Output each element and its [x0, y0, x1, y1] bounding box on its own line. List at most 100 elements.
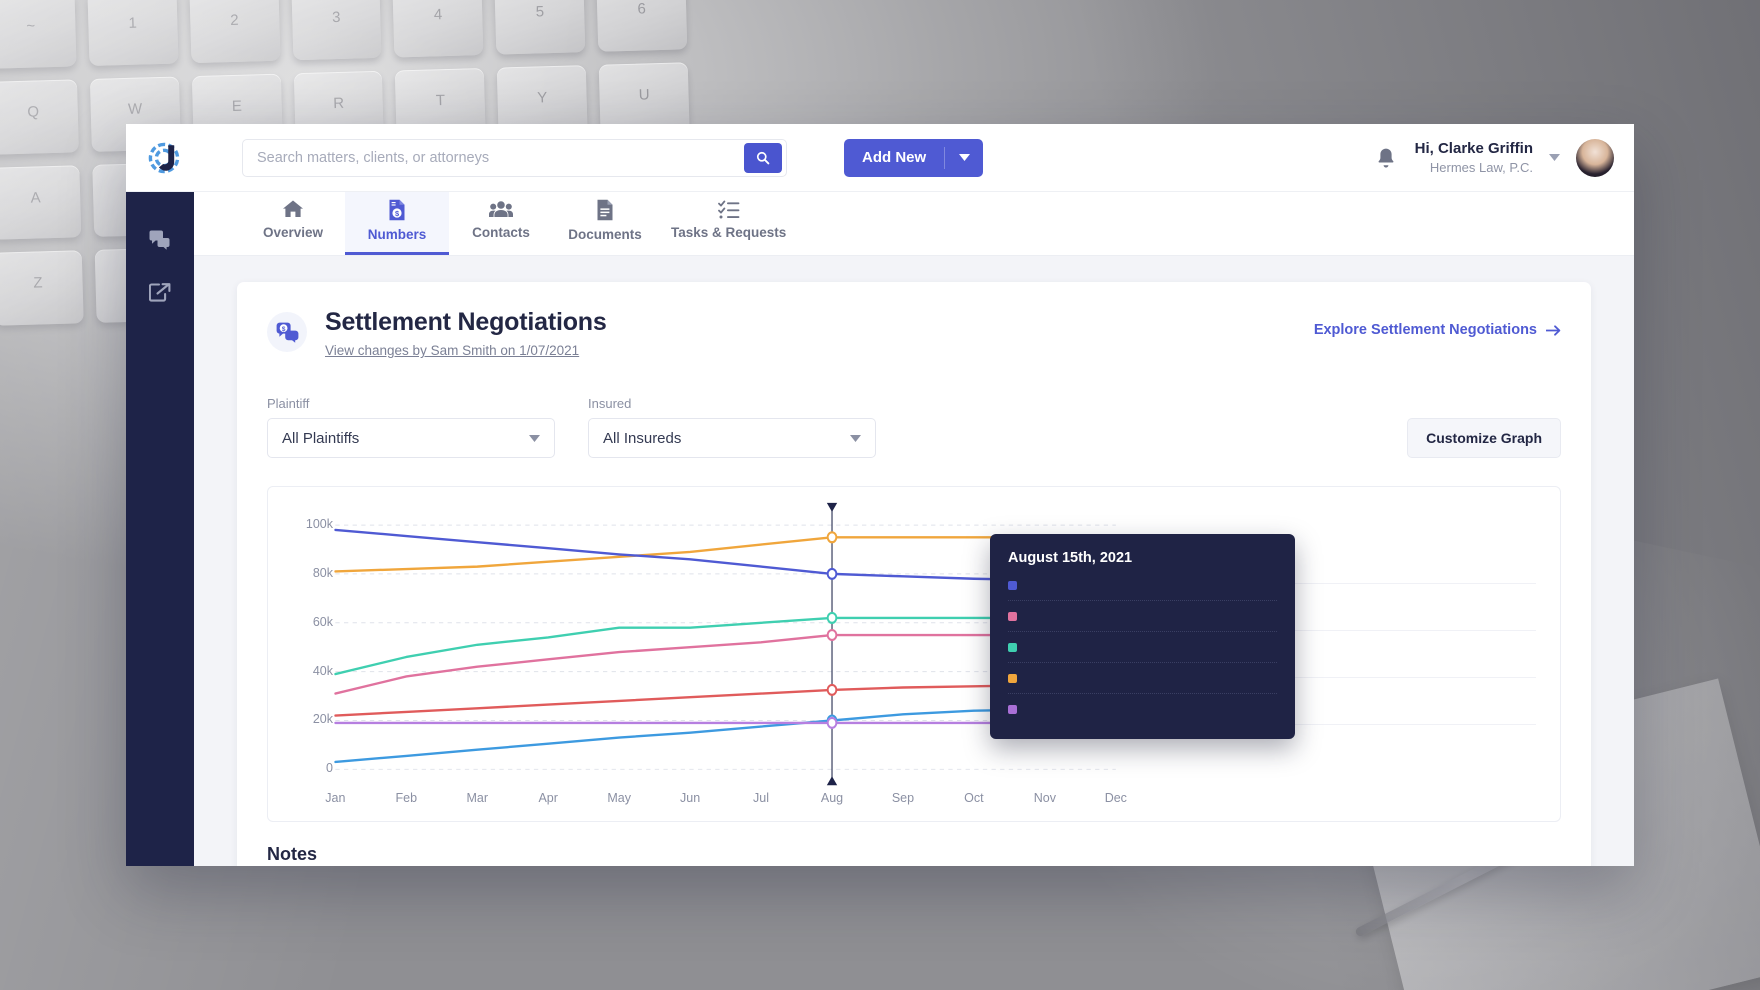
x-axis-tick-label: Nov: [1033, 791, 1056, 806]
chart-tooltip: August 15th, 2021: [990, 534, 1295, 739]
people-icon: [489, 201, 513, 217]
share-export-icon: [149, 283, 171, 302]
tab-contacts[interactable]: Contacts: [449, 192, 553, 255]
plaintiff-filter: Plaintiff All Plaintiffs: [267, 396, 555, 458]
y-axis-tick-label: 20k: [312, 712, 333, 727]
chevron-down-icon: [529, 429, 540, 447]
customize-graph-button[interactable]: Customize Graph: [1407, 418, 1561, 458]
series-color-swatch: [1008, 580, 1017, 590]
lexion-logo-icon: [148, 142, 180, 173]
tab-overview[interactable]: Overview: [241, 192, 345, 255]
search-input[interactable]: [243, 139, 744, 176]
card-icon-wrap: $: [267, 312, 307, 352]
insured-filter: Insured All Insureds: [588, 396, 876, 458]
plaintiff-select-value: All Plaintiffs: [282, 429, 360, 447]
tab-navigation: Overview $ Numbers Contacts Documents Ta…: [194, 192, 1634, 256]
series-color-swatch: [1008, 705, 1017, 714]
y-axis-tick-label: 0: [326, 761, 333, 776]
insured-select-value: All Insureds: [603, 429, 682, 447]
insured-select[interactable]: All Insureds: [588, 418, 876, 458]
page-canvas: $ Settlement Negotiations View changes b…: [194, 256, 1634, 866]
search-bar[interactable]: [242, 138, 787, 177]
x-axis-tick-label: Dec: [1104, 791, 1127, 806]
tooltip-row: [1008, 663, 1277, 694]
chevron-down-icon: [850, 429, 861, 447]
arrow-right-icon: [1546, 324, 1561, 336]
tab-numbers[interactable]: $ Numbers: [345, 192, 449, 255]
left-rail: [126, 192, 194, 866]
x-axis-tick-label: Oct: [964, 791, 984, 806]
tab-tasks-and-requests[interactable]: Tasks & Requests: [657, 192, 800, 255]
rail-item-messages[interactable]: [126, 214, 194, 266]
top-header-bar: Add New Hi, Clarke Griffin Hermes Law, P…: [126, 124, 1634, 192]
series-color-swatch: [1008, 673, 1017, 683]
x-axis-tick-label: Jun: [680, 791, 701, 806]
tab-label: Numbers: [367, 227, 427, 242]
chevron-down-icon: [958, 154, 970, 161]
home-icon: [283, 200, 303, 217]
y-axis-tick-label: 100k: [305, 517, 333, 532]
document-icon: [597, 199, 613, 221]
settlement-negotiations-card: $ Settlement Negotiations View changes b…: [237, 282, 1591, 866]
crosshair-cap-top: [826, 502, 838, 512]
notification-bell-icon: [1378, 148, 1394, 167]
tab-label: Overview: [262, 225, 324, 240]
x-axis-tick-label: Jul: [753, 791, 770, 806]
graph-and-summary-block: 0 20k 40k 60k 80k 100k Jan Feb Mar Apr May Jun Jul A…: [267, 486, 1561, 822]
x-axis-tick-label: Sep: [891, 791, 915, 806]
filter-row: Plaintiff All Plaintiffs Insured All Ins…: [267, 396, 1561, 458]
user-organization: Hermes Law, P.C.: [1429, 159, 1533, 175]
tab-label: Tasks & Requests: [671, 225, 787, 240]
tooltip-row: [1008, 570, 1277, 601]
application-window: Add New Hi, Clarke Griffin Hermes Law, P…: [126, 124, 1634, 866]
series-point-marker: [826, 611, 838, 624]
plaintiff-filter-label: Plaintiff: [267, 396, 310, 411]
tooltip-row: [1008, 694, 1277, 725]
explore-label: Explore Settlement Negotiations: [1313, 322, 1537, 338]
card-titles: Settlement Negotiations View changes by …: [325, 308, 607, 360]
series-point-marker: [826, 683, 838, 696]
x-axis-tick-label: Apr: [538, 791, 558, 806]
series-point-marker: [826, 567, 838, 580]
add-new-button[interactable]: Add New: [844, 138, 984, 177]
svg-text:$: $: [395, 209, 399, 218]
customize-graph-label: Customize Graph: [1426, 430, 1542, 446]
tab-label: Documents: [568, 227, 642, 242]
search-button[interactable]: [744, 142, 782, 173]
search-icon: [756, 151, 770, 164]
tab-documents[interactable]: Documents: [553, 192, 657, 255]
avatar[interactable]: [1576, 138, 1614, 177]
user-greeting: Hi, Clarke Griffin: [1414, 139, 1533, 157]
chat-bubbles-icon: [149, 230, 170, 250]
tooltip-date: August 15th, 2021: [1008, 550, 1133, 566]
plaintiff-select[interactable]: All Plaintiffs: [267, 418, 555, 458]
tooltip-row: [1008, 601, 1277, 632]
notes-heading: Notes: [267, 844, 318, 864]
x-axis-tick-label: May: [607, 791, 631, 806]
card-header: $ Settlement Negotiations View changes b…: [267, 308, 1561, 360]
x-axis-tick-label: Feb: [395, 791, 418, 806]
series-color-swatch: [1008, 642, 1017, 652]
checklist-icon: [717, 200, 740, 219]
y-axis-tick-label: 60k: [312, 614, 333, 629]
series-point-marker: [826, 628, 838, 642]
money-document-icon: $: [389, 199, 405, 221]
series-color-swatch: [1008, 611, 1017, 621]
svg-text:$: $: [281, 325, 285, 332]
tooltip-row: [1008, 632, 1277, 663]
notifications-button[interactable]: [1373, 145, 1399, 171]
rail-item-share[interactable]: [126, 266, 194, 318]
series-point-marker: [826, 531, 838, 544]
y-axis-tick-label: 80k: [312, 565, 333, 580]
x-axis-tick-label: Aug: [820, 791, 844, 806]
tooltip-rows: [1008, 570, 1277, 725]
user-info[interactable]: Hi, Clarke Griffin Hermes Law, P.C.: [1415, 139, 1533, 177]
tab-label: Contacts: [472, 225, 530, 240]
app-logo[interactable]: [126, 141, 202, 175]
add-new-dropdown-toggle[interactable]: [945, 139, 983, 177]
series-point-marker: [826, 716, 838, 729]
view-changes-link[interactable]: View changes by Sam Smith on 1/07/2021: [325, 343, 579, 358]
explore-settlement-negotiations-link[interactable]: Explore Settlement Negotiations: [1314, 322, 1561, 338]
header-right-cluster: Hi, Clarke Griffin Hermes Law, P.C.: [1373, 138, 1634, 177]
chevron-down-icon[interactable]: [1549, 154, 1560, 161]
